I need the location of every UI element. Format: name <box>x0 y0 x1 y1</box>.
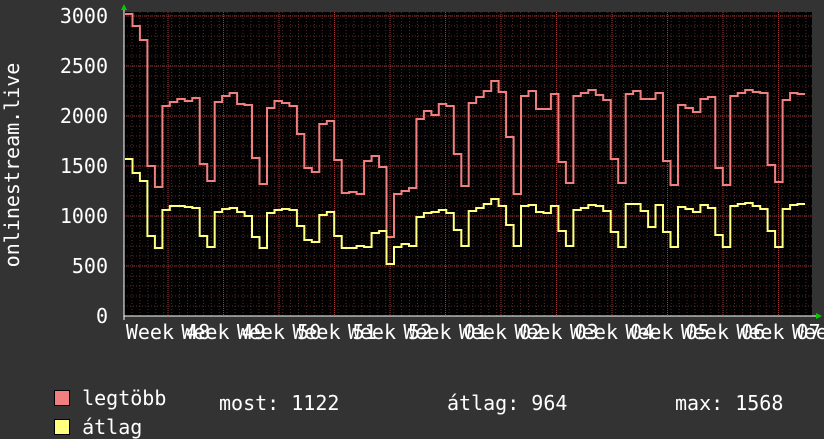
y-tick-label: 1500 <box>60 154 108 178</box>
stat-current: most: 1122 <box>219 391 340 415</box>
x-axis-arrow <box>816 313 822 319</box>
y-tick-label: 2500 <box>60 54 108 78</box>
y-tick-label: 1000 <box>60 204 108 228</box>
legend-swatch-avg <box>54 419 71 435</box>
y-tick-label: 3000 <box>60 4 108 28</box>
stat-average: átlag: 964 <box>447 391 568 415</box>
y-axis-label: onlinestream.live <box>0 63 24 268</box>
y-tick-label: 500 <box>72 254 108 278</box>
legend-label-avg: átlag <box>82 415 143 439</box>
y-axis-arrow <box>121 4 127 10</box>
legend-item-avg: átlag <box>30 391 142 439</box>
line-chart: 050010001500200025003000Week 48Week 49We… <box>0 4 824 344</box>
stat-max: max: 1568 <box>675 391 784 415</box>
x-tick-label: Week 08 <box>792 320 824 344</box>
y-tick-label: 0 <box>96 304 108 328</box>
y-tick-label: 2000 <box>60 104 108 128</box>
